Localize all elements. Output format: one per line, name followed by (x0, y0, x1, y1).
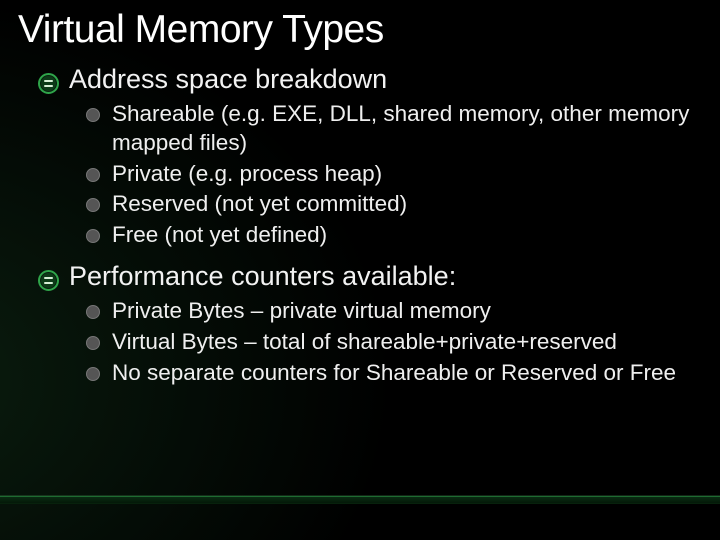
list-item: Private Bytes – private virtual memory (86, 296, 690, 327)
section-heading-text: Address space breakdown (69, 64, 690, 95)
slide-body: Address space breakdown Shareable (e.g. … (0, 52, 720, 392)
slide-title: Virtual Memory Types (0, 0, 720, 52)
list-item: Shareable (e.g. EXE, DLL, shared memory,… (86, 99, 690, 159)
list-item-text: Free (not yet defined) (112, 221, 690, 250)
list-item: Reserved (not yet committed) (86, 189, 690, 220)
footer-divider (0, 496, 720, 504)
list-item: No separate counters for Shareable or Re… (86, 358, 690, 389)
bullet-icon (86, 367, 100, 381)
bullet-icon (86, 198, 100, 212)
list-item-text: Private Bytes – private virtual memory (112, 297, 690, 326)
bullet-icon (86, 305, 100, 319)
section-heading: Performance counters available: (38, 255, 690, 294)
globe-bullet-icon (38, 270, 59, 291)
list-item-text: Shareable (e.g. EXE, DLL, shared memory,… (112, 100, 690, 158)
bullet-icon (86, 108, 100, 122)
list-item-text: Reserved (not yet committed) (112, 190, 690, 219)
list-item: Private (e.g. process heap) (86, 159, 690, 190)
section-heading: Address space breakdown (38, 58, 690, 97)
list-item-text: Virtual Bytes – total of shareable+priva… (112, 328, 690, 357)
list-item: Free (not yet defined) (86, 220, 690, 251)
list-item-text: No separate counters for Shareable or Re… (112, 359, 690, 388)
list-item: Virtual Bytes – total of shareable+priva… (86, 327, 690, 358)
bullet-list: Shareable (e.g. EXE, DLL, shared memory,… (38, 97, 690, 255)
bullet-icon (86, 168, 100, 182)
list-item-text: Private (e.g. process heap) (112, 160, 690, 189)
bullet-list: Private Bytes – private virtual memory V… (38, 294, 690, 392)
bullet-icon (86, 229, 100, 243)
section-heading-text: Performance counters available: (69, 261, 690, 292)
globe-bullet-icon (38, 73, 59, 94)
slide: Virtual Memory Types Address space break… (0, 0, 720, 540)
bullet-icon (86, 336, 100, 350)
